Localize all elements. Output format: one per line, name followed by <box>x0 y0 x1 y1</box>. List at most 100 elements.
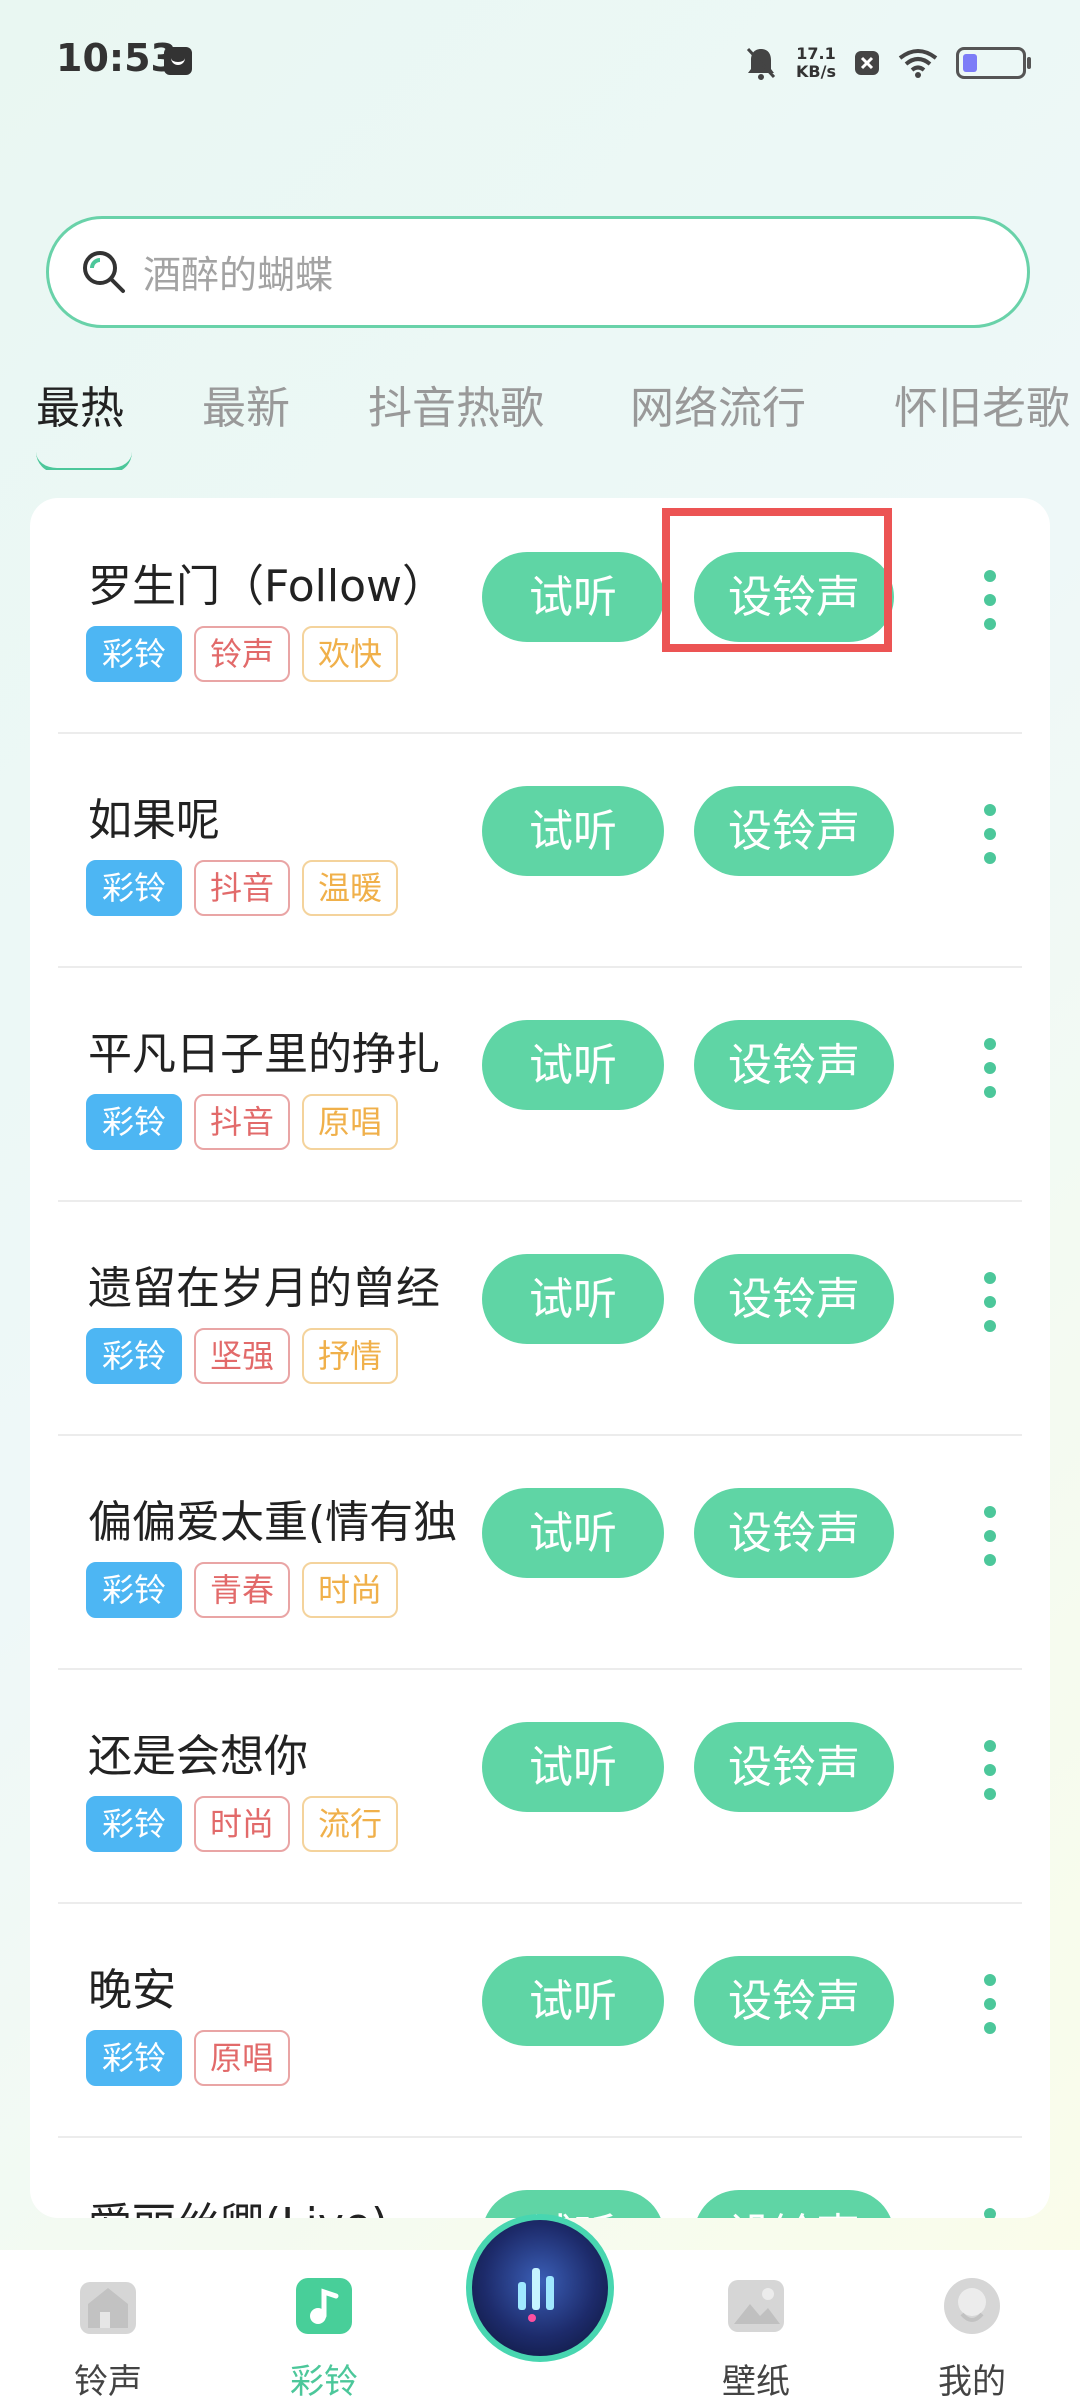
song-title: 还是会想你 <box>88 1731 308 1782</box>
more-icon[interactable] <box>980 1974 1000 2034</box>
set-ringtone-button[interactable]: 设铃声 <box>694 2190 894 2218</box>
nav-wallpaper[interactable]: 壁纸 <box>686 2274 826 2403</box>
song-title: 平凡日子里的挣扎 <box>88 1029 440 1080</box>
tab-hottest[interactable]: 最热 <box>36 372 124 436</box>
set-ringtone-button[interactable]: 设铃声 <box>694 1488 894 1578</box>
tab-nostalgic[interactable]: 怀旧老歌 <box>894 372 1070 436</box>
equalizer-icon <box>518 2268 554 2322</box>
preview-button[interactable]: 试听 <box>482 1722 664 1812</box>
tag: 彩铃 <box>86 1796 183 1852</box>
highlight-box <box>662 508 892 652</box>
tag-list: 彩铃 坚强 抒情 <box>86 1328 399 1384</box>
tag: 坚强 <box>194 1328 291 1384</box>
tag-list: 彩铃 抖音 温暖 <box>86 860 399 916</box>
nav-label: 我的 <box>938 2362 1006 2402</box>
preview-button[interactable]: 试听 <box>482 1488 664 1578</box>
tag: 原唱 <box>194 2030 291 2086</box>
list-item[interactable]: 爱丽丝卿(Live) 试听 设铃声 <box>58 2136 1022 2218</box>
network-speed: 17.1 KB/s <box>796 45 836 81</box>
list-item[interactable]: 平凡日子里的挣扎 彩铃 抖音 原唱 试听 设铃声 <box>58 966 1022 1202</box>
tag: 抖音 <box>194 860 291 916</box>
tab-indicator <box>36 452 132 470</box>
tag: 抒情 <box>302 1328 399 1384</box>
music-note-icon <box>296 2278 352 2334</box>
tab-newest[interactable]: 最新 <box>202 372 290 436</box>
status-bar: 10:53 17.1 KB/s <box>0 0 1080 120</box>
song-title: 偏偏爱太重(情有独 <box>88 1497 458 1548</box>
tag: 彩铃 <box>86 1328 183 1384</box>
tag: 抖音 <box>194 1094 291 1150</box>
tag: 时尚 <box>302 1562 399 1618</box>
tag: 温暖 <box>302 860 399 916</box>
song-title: 如果呢 <box>88 795 220 846</box>
preview-button[interactable]: 试听 <box>482 1020 664 1110</box>
set-ringtone-button[interactable]: 设铃声 <box>694 1020 894 1110</box>
more-icon[interactable] <box>980 1740 1000 1800</box>
more-icon[interactable] <box>980 2208 1000 2218</box>
status-time: 10:53 <box>56 36 177 80</box>
category-tabs: 最热 最新 抖音热歌 网络流行 怀旧老歌 <box>0 360 1080 470</box>
tag: 彩铃 <box>86 2030 183 2086</box>
tag-list: 彩铃 铃声 欢快 <box>86 626 399 682</box>
close-box-icon <box>855 51 879 75</box>
more-icon[interactable] <box>980 1506 1000 1566</box>
nav-label: 彩铃 <box>290 2362 358 2402</box>
preview-button[interactable]: 试听 <box>482 1254 664 1344</box>
song-list: 罗生门（Follow） 彩铃 铃声 欢快 试听 设铃声 如果呢 彩铃 抖音 温暖… <box>30 498 1050 2218</box>
song-title: 晚安 <box>88 1965 176 2016</box>
more-icon[interactable] <box>980 570 1000 630</box>
set-ringtone-button[interactable]: 设铃声 <box>694 1722 894 1812</box>
nav-ringtone[interactable]: 铃声 <box>38 2274 178 2403</box>
song-title: 爱丽丝卿(Live) <box>88 2188 508 2218</box>
list-item[interactable]: 还是会想你 彩铃 时尚 流行 试听 设铃声 <box>58 1668 1022 1904</box>
tag-list: 彩铃 抖音 原唱 <box>86 1094 399 1150</box>
preview-button[interactable]: 试听 <box>482 786 664 876</box>
tag: 彩铃 <box>86 1094 183 1150</box>
tag: 青春 <box>194 1562 291 1618</box>
list-item[interactable]: 遗留在岁月的曾经 彩铃 坚强 抒情 试听 设铃声 <box>58 1200 1022 1436</box>
profile-icon <box>944 2278 1000 2334</box>
tag-list: 彩铃 原唱 <box>86 2030 291 2086</box>
tag: 彩铃 <box>86 626 183 682</box>
tag: 铃声 <box>194 626 291 682</box>
tag: 欢快 <box>302 626 399 682</box>
preview-button[interactable]: 试听 <box>482 552 664 642</box>
image-icon <box>728 2280 784 2332</box>
tag: 原唱 <box>302 1094 399 1150</box>
set-ringtone-button[interactable]: 设铃声 <box>694 1254 894 1344</box>
tab-douyin-hits[interactable]: 抖音热歌 <box>368 372 544 436</box>
set-ringtone-button[interactable]: 设铃声 <box>694 786 894 876</box>
tag: 彩铃 <box>86 1562 183 1618</box>
tag-list: 彩铃 时尚 流行 <box>86 1796 399 1852</box>
list-item[interactable]: 晚安 彩铃 原唱 试听 设铃声 <box>58 1902 1022 2138</box>
preview-button[interactable]: 试听 <box>482 1956 664 2046</box>
tag: 时尚 <box>194 1796 291 1852</box>
speed-unit: KB/s <box>796 62 836 81</box>
battery-icon <box>956 47 1031 79</box>
nav-mine[interactable]: 我的 <box>902 2274 1042 2403</box>
tag: 彩铃 <box>86 860 183 916</box>
more-icon[interactable] <box>980 1272 1000 1332</box>
status-icons: 17.1 KB/s <box>744 38 1031 88</box>
search-input[interactable] <box>141 239 1005 311</box>
tab-internet-popular[interactable]: 网络流行 <box>630 372 806 436</box>
nav-label: 壁纸 <box>722 2362 790 2402</box>
list-item[interactable]: 如果呢 彩铃 抖音 温暖 试听 设铃声 <box>58 732 1022 968</box>
search-icon <box>83 251 125 293</box>
nav-label: 铃声 <box>74 2362 142 2402</box>
set-ringtone-button[interactable]: 设铃声 <box>694 1956 894 2046</box>
list-item[interactable]: 偏偏爱太重(情有独 彩铃 青春 时尚 试听 设铃声 <box>58 1434 1022 1670</box>
song-title: 遗留在岁月的曾经 <box>88 1263 440 1314</box>
player-center-button[interactable] <box>466 2214 614 2362</box>
more-icon[interactable] <box>980 804 1000 864</box>
tag: 流行 <box>302 1796 399 1852</box>
more-icon[interactable] <box>980 1038 1000 1098</box>
bell-muted-icon <box>746 47 776 80</box>
nav-color-ringtone[interactable]: 彩铃 <box>254 2274 394 2403</box>
song-title: 罗生门（Follow） <box>88 561 447 612</box>
house-icon <box>80 2282 136 2334</box>
wifi-icon <box>898 49 938 78</box>
search-bar[interactable] <box>46 216 1030 328</box>
preview-button[interactable]: 试听 <box>482 2190 664 2218</box>
speed-value: 17.1 <box>796 44 836 63</box>
